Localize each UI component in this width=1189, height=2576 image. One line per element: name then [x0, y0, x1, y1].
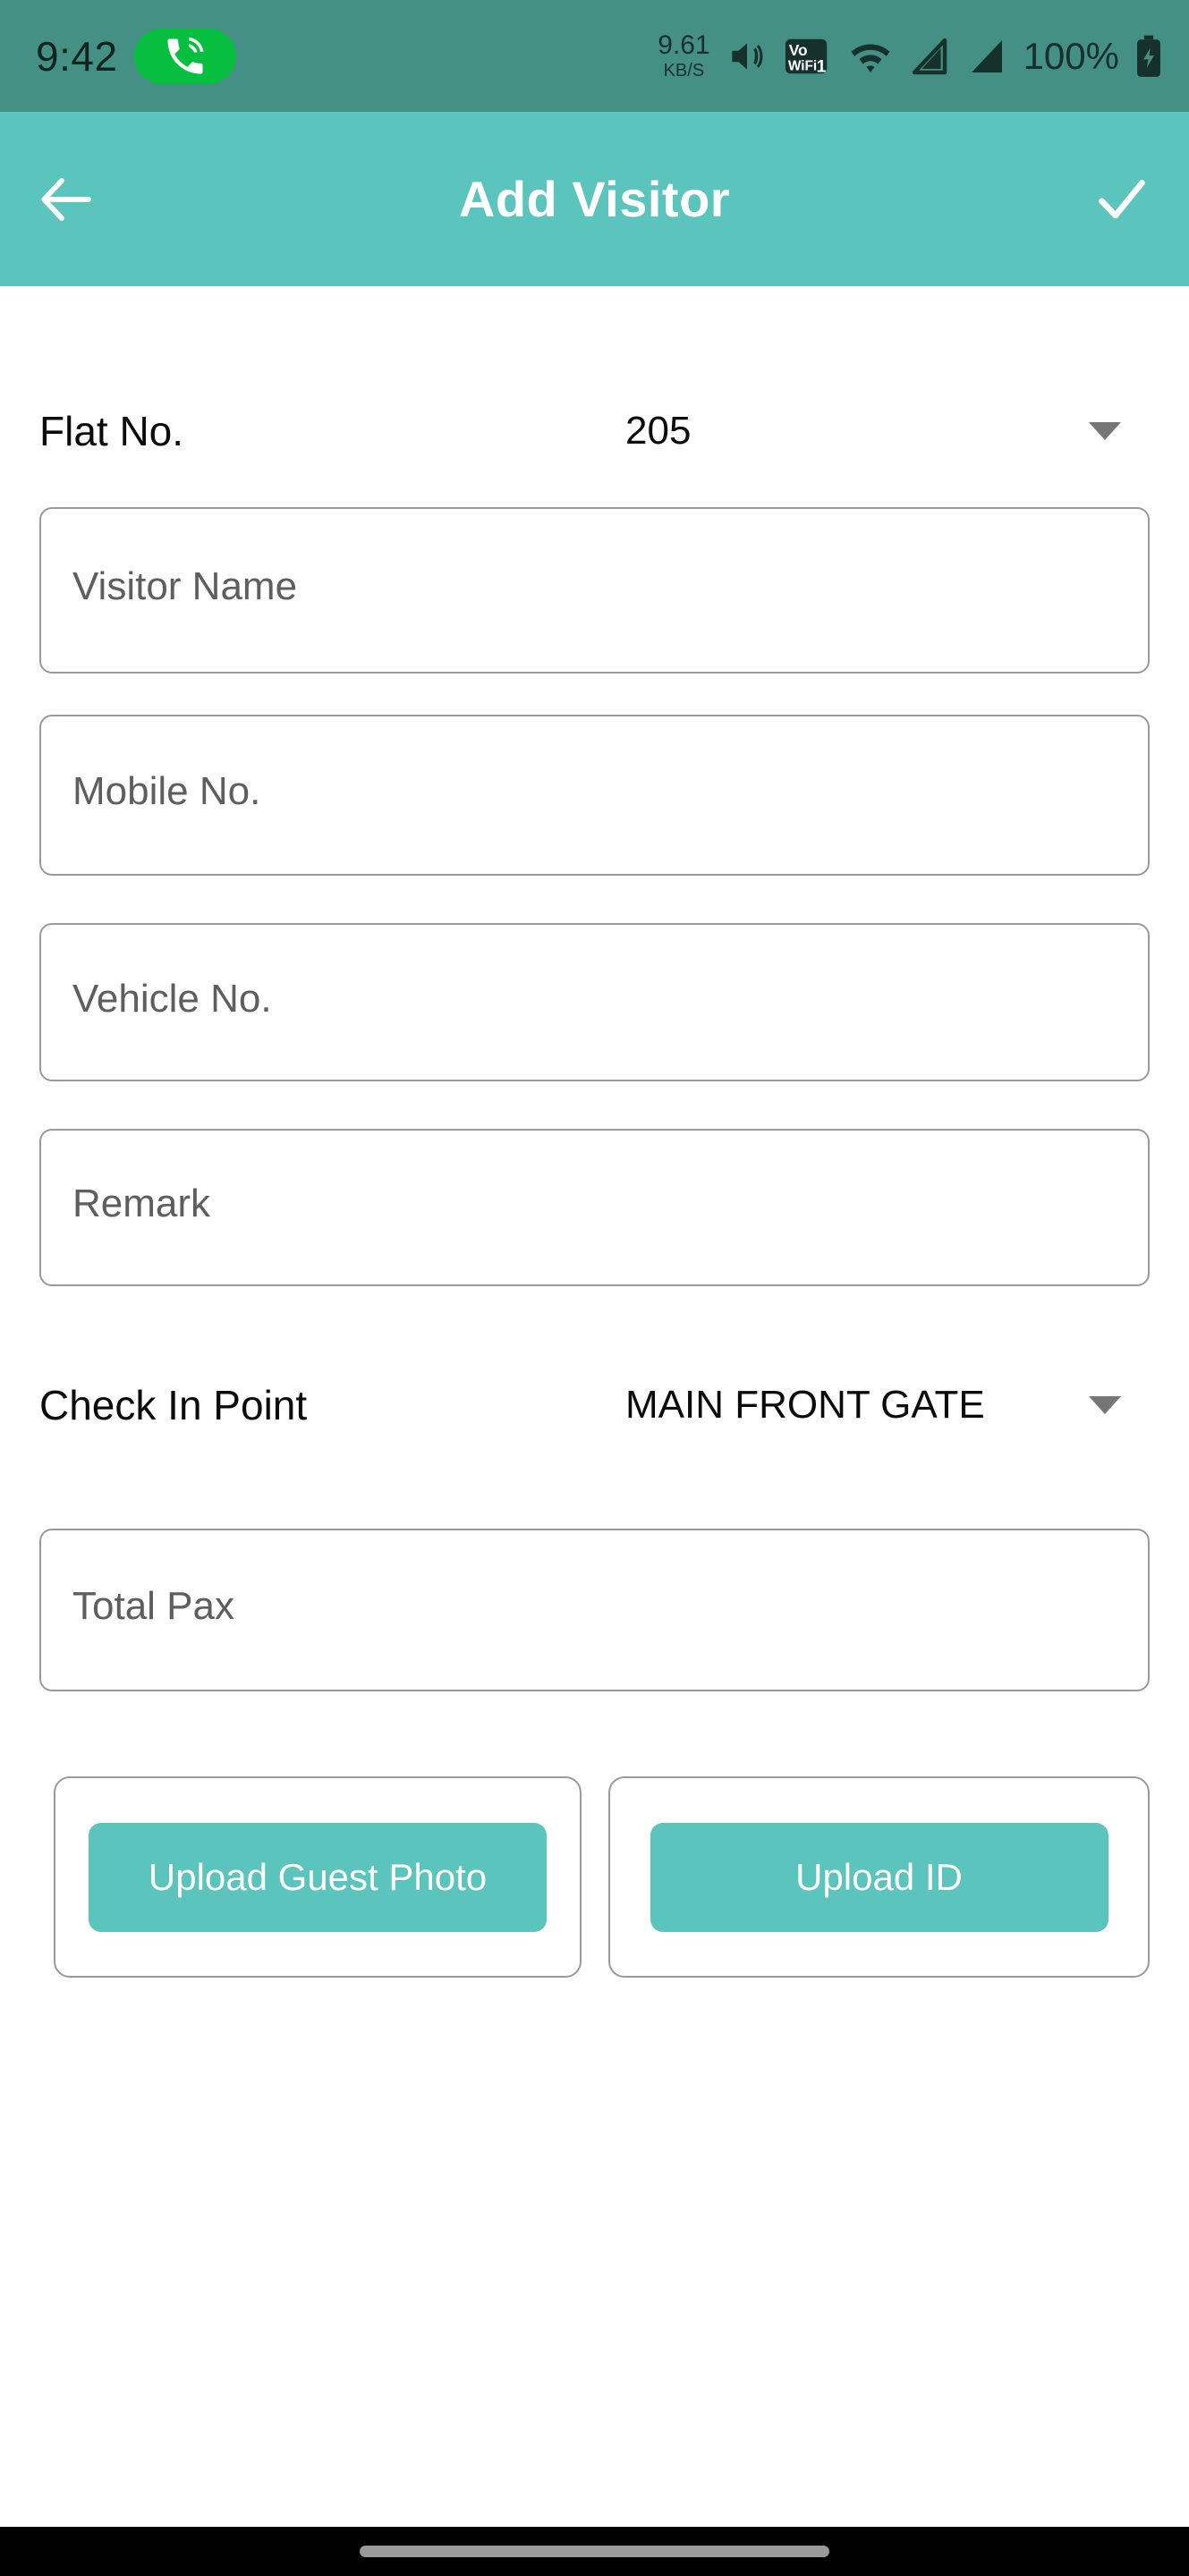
flat-no-selector[interactable]: Flat No. 205	[39, 388, 1150, 474]
chevron-down-icon[interactable]	[1089, 1396, 1121, 1414]
chevron-down-icon[interactable]	[1089, 422, 1121, 440]
mobile-no-input[interactable]: Mobile No.	[39, 715, 1150, 876]
check-in-point-label: Check In Point	[39, 1382, 308, 1428]
wifi-icon	[846, 34, 895, 79]
check-icon[interactable]	[1055, 167, 1189, 232]
remark-input[interactable]: Remark	[39, 1129, 1150, 1286]
network-speed-value: 9.61	[658, 30, 710, 60]
remark-placeholder: Remark	[72, 1182, 211, 1225]
system-navigation-bar	[0, 2527, 1189, 2576]
upload-id-button[interactable]: Upload ID	[650, 1822, 1108, 1932]
svg-text:1: 1	[816, 57, 826, 76]
app-bar: Add Visitor	[0, 112, 1189, 286]
network-speed-unit: KB/S	[663, 61, 705, 80]
upload-guest-photo-card[interactable]: Upload Guest Photo	[54, 1776, 582, 1978]
network-speed-indicator: 9.61 KB/S	[658, 32, 709, 80]
battery-charging-icon	[1134, 34, 1164, 79]
signal-bars-sim1-icon	[909, 34, 952, 79]
status-bar-clock: 9:42	[36, 32, 118, 80]
check-in-point-selector[interactable]: Check In Point MAIN FRONT GATE	[39, 1362, 1150, 1448]
status-bar-right: 9.61 KB/S Vo WiFi 1 100%	[658, 32, 1164, 80]
vehicle-no-placeholder: Vehicle No.	[72, 976, 272, 1021]
upload-id-card[interactable]: Upload ID	[608, 1776, 1150, 1978]
upload-guest-photo-button[interactable]: Upload Guest Photo	[89, 1822, 547, 1932]
visitor-name-input[interactable]: Visitor Name	[39, 507, 1150, 674]
volume-icon	[725, 34, 769, 79]
signal-bars-sim2-icon	[966, 34, 1009, 79]
gesture-pill[interactable]	[360, 2546, 829, 2557]
page-title: Add Visitor	[458, 171, 731, 227]
total-pax-placeholder: Total Pax	[72, 1584, 234, 1628]
battery-percent-label: 100%	[1023, 34, 1119, 77]
check-in-point-value: MAIN FRONT GATE	[625, 1383, 985, 1427]
form-content: Flat No. 205 Visitor Name Mobile No. Veh…	[0, 286, 1189, 2527]
status-bar: 9:42 9.61 KB/S Vo WiFi 1 100%	[0, 0, 1189, 112]
flat-no-value: 205	[625, 409, 692, 453]
total-pax-input[interactable]: Total Pax	[39, 1529, 1150, 1691]
vowifi-icon: Vo WiFi 1	[784, 34, 832, 79]
back-arrow-icon[interactable]	[0, 167, 134, 232]
app-screen: 9:42 9.61 KB/S Vo WiFi 1 100% Add Visito…	[0, 0, 1189, 2576]
status-bar-left: 9:42	[36, 28, 236, 84]
svg-text:Vo: Vo	[788, 41, 807, 59]
mobile-no-placeholder: Mobile No.	[72, 769, 261, 813]
visitor-name-placeholder: Visitor Name	[72, 564, 298, 608]
svg-text:WiFi: WiFi	[787, 58, 816, 73]
flat-no-label: Flat No.	[39, 408, 184, 454]
vehicle-no-input[interactable]: Vehicle No.	[39, 923, 1150, 1081]
phone-call-icon[interactable]	[133, 28, 236, 84]
